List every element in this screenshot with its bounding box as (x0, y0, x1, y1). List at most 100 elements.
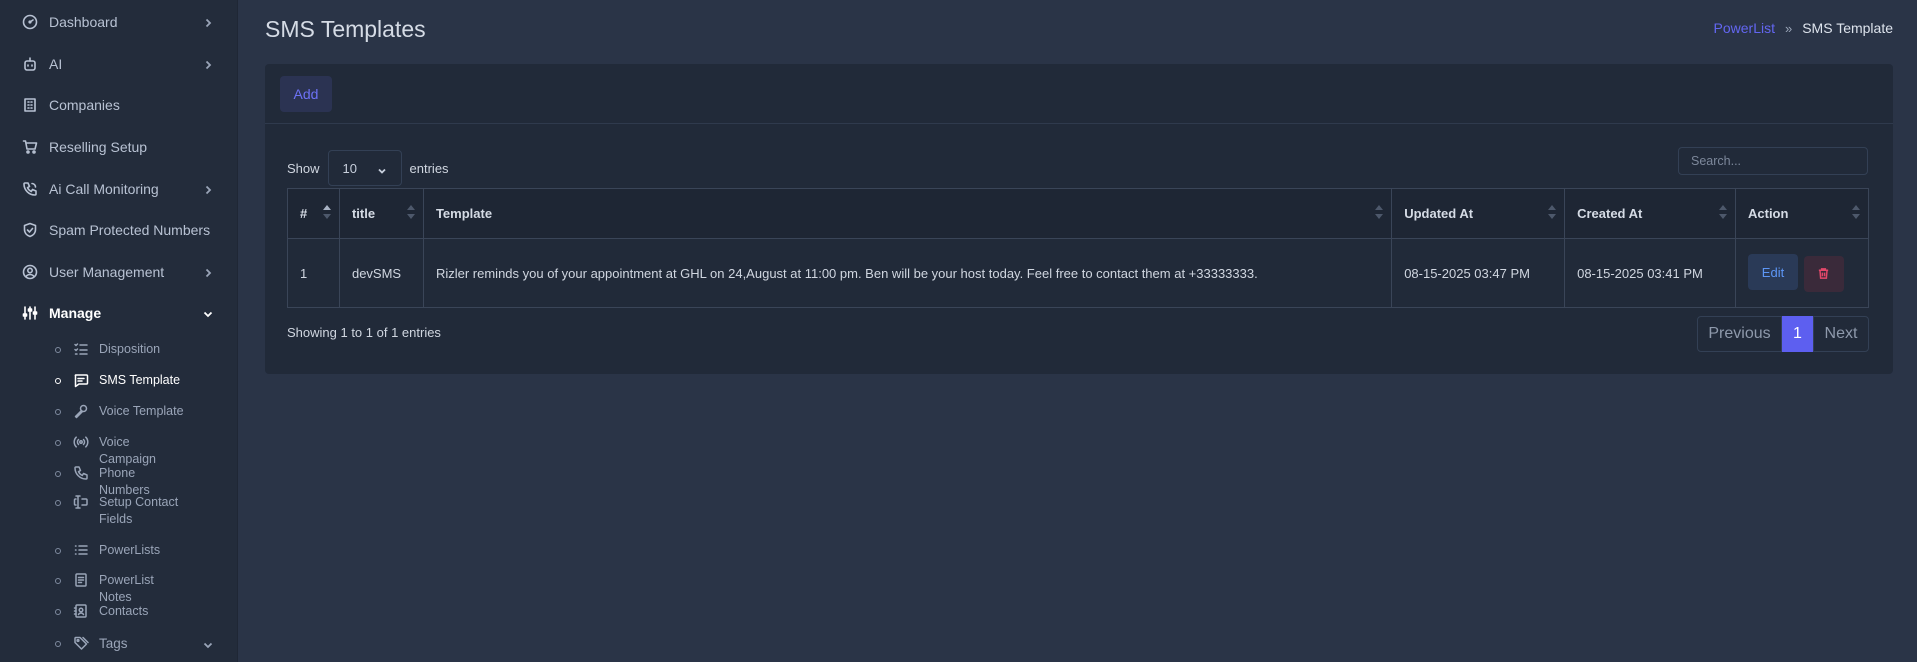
list-icon (73, 542, 89, 558)
column-header-title[interactable]: title (338, 188, 424, 239)
sidebar-subitem-label: Voice Template (99, 404, 184, 418)
sidebar-subitem-label: SMS Template (99, 373, 181, 387)
sidebar-subitem-contacts[interactable]: Contacts (0, 603, 238, 620)
cart-icon (22, 139, 38, 155)
user-circle-icon (22, 264, 38, 280)
cell-title: devSMS (338, 238, 424, 308)
entries-label: entries (409, 160, 449, 176)
message-icon (73, 372, 89, 388)
column-header-template[interactable]: Template (422, 188, 1393, 239)
tag-icon (73, 635, 89, 651)
broadcast-icon (73, 434, 89, 450)
sidebar-item-label: Dashboard (49, 14, 118, 30)
sidebar-subitem-voice-campaign[interactable]: Voice Campaign (0, 434, 238, 468)
table-row: 1 devSMS Rizler reminds you of your appo… (287, 238, 1869, 308)
chevron-down-icon (202, 307, 214, 319)
notes-icon (73, 572, 89, 588)
column-header-number[interactable]: # (287, 188, 340, 239)
sidebar-item-reselling-setup[interactable]: Reselling Setup (0, 130, 238, 164)
sidebar-subitem-setup-contact-fields[interactable]: Setup Contact Fields (0, 494, 238, 528)
page-title: SMS Templates (265, 16, 426, 42)
sidebar-item-spam-protected-numbers[interactable]: Spam Protected Numbers (0, 213, 238, 247)
sidebar-subitem-powerlist-notes[interactable]: PowerList Notes (0, 572, 238, 606)
column-header-action[interactable]: Action (1735, 188, 1869, 239)
chevron-down-icon (202, 638, 214, 655)
bullet-icon (55, 409, 61, 415)
sliders-icon (22, 305, 38, 321)
sort-icon (1852, 205, 1860, 219)
sort-icon (406, 205, 415, 219)
bullet-icon (55, 471, 61, 477)
previous-page-button[interactable]: Previous (1697, 316, 1782, 352)
sidebar-item-label: AI (49, 56, 63, 72)
sidebar-subitem-disposition[interactable]: Disposition (0, 341, 238, 358)
bullet-icon (55, 578, 61, 584)
column-header-created-at[interactable]: Created At (1564, 188, 1736, 239)
page-size-control: Show 10 entries (287, 150, 449, 186)
sidebar-subitem-label: PowerLists (99, 543, 161, 557)
sidebar-subitem-voice-template[interactable]: Voice Template (0, 403, 238, 420)
address-book-icon (73, 603, 89, 619)
sidebar-item-ai[interactable]: AI (0, 47, 238, 81)
add-button[interactable]: Add (280, 76, 332, 112)
trash-icon (1817, 267, 1830, 280)
sidebar-subitem-label: Setup Contact Fields (99, 495, 179, 526)
page-size-value: 10 (342, 160, 357, 176)
chevron-right-icon (202, 183, 214, 195)
sidebar-subitem-powerlists[interactable]: PowerLists (0, 542, 238, 559)
microphone-icon (73, 403, 89, 419)
breadcrumb-separator: » (1784, 20, 1793, 36)
chevron-right-icon (202, 16, 214, 28)
bullet-icon (55, 378, 61, 384)
bullet-icon (55, 641, 61, 647)
page-size-select[interactable]: 10 (327, 150, 402, 186)
sms-templates-card: Add Show 10 entries # title Template Upd… (265, 64, 1893, 374)
edit-button[interactable]: Edit (1748, 254, 1798, 291)
phone-icon (73, 465, 89, 481)
search-input[interactable] (1678, 147, 1868, 175)
sort-icon (1548, 205, 1557, 219)
pagination: Previous 1 Next (1697, 316, 1869, 352)
bullet-icon (55, 500, 61, 506)
breadcrumb-current: SMS Template (1802, 20, 1893, 36)
forms-icon (73, 494, 89, 510)
gauge-icon (22, 14, 38, 30)
sidebar-item-companies[interactable]: Companies (0, 88, 238, 122)
table-info: Showing 1 to 1 of 1 entries (287, 325, 441, 340)
show-label: Show (287, 160, 320, 176)
column-header-updated-at[interactable]: Updated At (1391, 188, 1566, 239)
sidebar-item-label: Ai Call Monitoring (49, 181, 159, 197)
sidebar-item-user-management[interactable]: User Management (0, 255, 238, 289)
card-toolbar: Add (265, 64, 1893, 124)
cell-number: 1 (287, 238, 340, 308)
sms-templates-table: # title Template Updated At Created At A… (287, 188, 1869, 308)
sidebar: Dashboard AI Companies Reselling Setup A… (0, 0, 238, 662)
delete-button[interactable] (1803, 255, 1844, 292)
next-page-button[interactable]: Next (1813, 316, 1869, 352)
bullet-icon (55, 609, 61, 615)
sort-icon (322, 205, 331, 219)
sidebar-item-label: Companies (49, 97, 120, 113)
sidebar-subitem-label: Tags (99, 636, 128, 651)
phone-call-icon (22, 181, 38, 197)
bullet-icon (55, 548, 61, 554)
sidebar-subitem-label: Contacts (99, 604, 149, 618)
cell-action: Edit (1735, 238, 1869, 308)
sidebar-item-label: Reselling Setup (49, 139, 148, 155)
sidebar-item-label: Manage (49, 305, 102, 321)
chevron-right-icon (202, 266, 214, 278)
robot-icon (22, 56, 38, 72)
chevron-down-icon (377, 164, 387, 174)
building-icon (22, 97, 38, 113)
sidebar-subitem-label: PowerList Notes (99, 573, 154, 604)
sidebar-item-dashboard[interactable]: Dashboard (0, 5, 238, 39)
sidebar-subitem-tags[interactable]: Tags (0, 635, 238, 652)
sidebar-item-ai-call-monitoring[interactable]: Ai Call Monitoring (0, 172, 238, 206)
breadcrumb-link-powerlist[interactable]: PowerList (1714, 20, 1775, 36)
page-1-button[interactable]: 1 (1782, 316, 1813, 352)
bullet-icon (55, 440, 61, 446)
sidebar-item-manage[interactable]: Manage (0, 296, 238, 330)
sidebar-subitem-sms-template[interactable]: SMS Template (0, 372, 238, 389)
table-header-row: # title Template Updated At Created At A… (287, 188, 1869, 239)
bullet-icon (55, 347, 61, 353)
